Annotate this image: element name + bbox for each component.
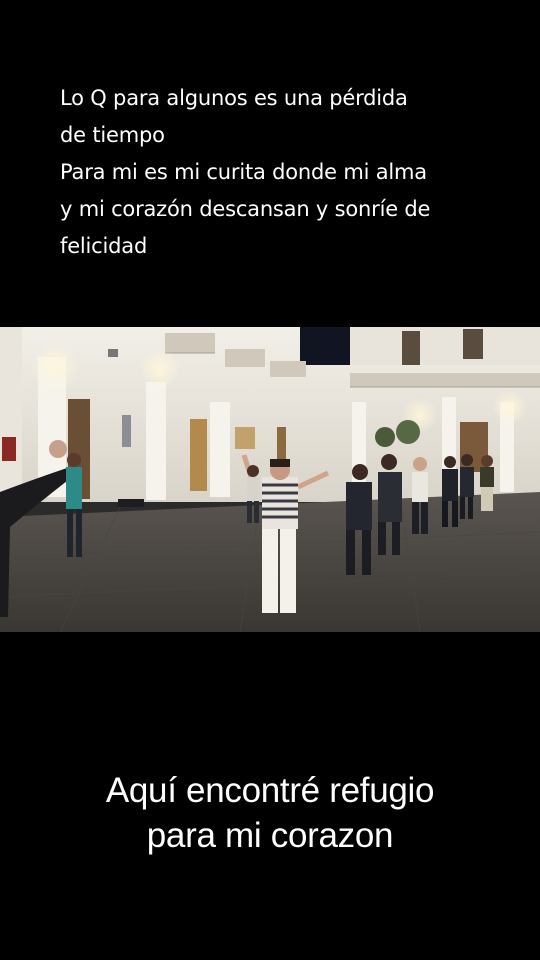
top-caption-line-3: Para mi es mi curita donde mi alma <box>60 160 427 184</box>
top-caption: Lo Q para algunos es una pérdida de tiem… <box>60 80 500 265</box>
dancer-far-right <box>480 455 494 511</box>
bottom-caption: Aquí encontré refugio para mi corazon <box>0 768 540 858</box>
security-camera <box>108 349 118 357</box>
bottom-caption-line-1: Aquí encontré refugio <box>105 771 435 810</box>
top-caption-line-5: felicidad <box>60 234 148 258</box>
bottom-caption-line-2: para mi corazon <box>146 816 394 855</box>
door-center <box>190 419 207 491</box>
top-caption-line-1: Lo Q para algunos es una pérdida <box>60 86 408 110</box>
top-caption-line-4: y mi corazón descansan y sonríe de <box>60 197 431 221</box>
top-caption-line-2: de tiempo <box>60 123 165 147</box>
courtyard-dance-photo <box>0 327 540 632</box>
